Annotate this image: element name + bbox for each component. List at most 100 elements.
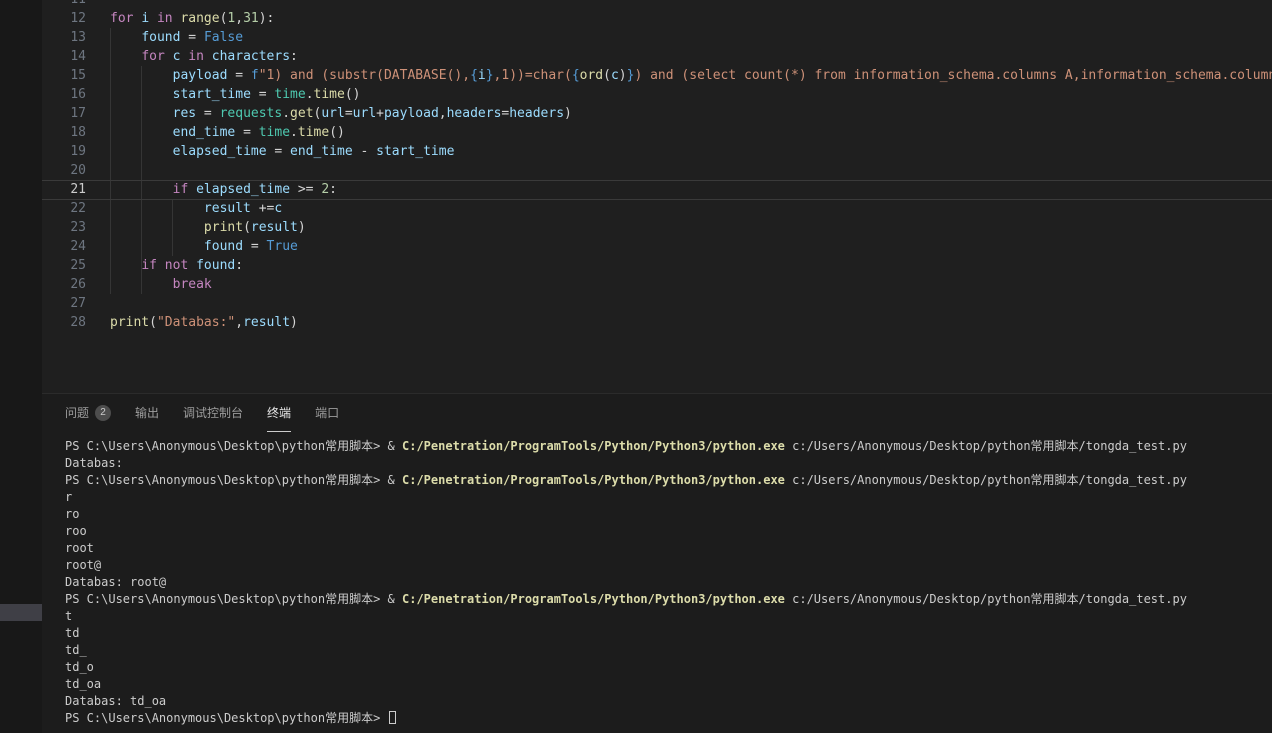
token: : (235, 258, 243, 273)
code-text: if not found: (110, 256, 243, 275)
line-number: 15 (42, 66, 86, 85)
tab-terminal[interactable]: 终端 (267, 394, 291, 432)
code-line[interactable]: 25 if not found: (42, 256, 1272, 275)
code-text: print("Databas:",result) (110, 313, 298, 332)
line-number: 27 (42, 294, 86, 313)
line-number: 20 (42, 161, 86, 180)
token: td (65, 626, 79, 640)
code-line[interactable]: 14 for c in characters: (42, 47, 1272, 66)
code-line[interactable]: 20 (42, 161, 1272, 180)
code-line[interactable]: 13 found = False (42, 28, 1272, 47)
token: False (204, 30, 243, 45)
terminal-line: td_oa (65, 676, 1272, 693)
code-line[interactable]: 21 if elapsed_time >= 2: (42, 180, 1272, 199)
code-text: break (110, 275, 212, 294)
token: () (345, 87, 361, 102)
line-number: 25 (42, 256, 86, 275)
token: ord (580, 68, 603, 83)
token (110, 258, 141, 273)
token: & (388, 473, 402, 487)
code-text: found = False (110, 28, 243, 47)
token: url (321, 106, 344, 121)
token: result (251, 220, 298, 235)
token: td_oa (65, 677, 101, 691)
token: = (180, 30, 203, 45)
token: payload (384, 106, 439, 121)
code-line[interactable]: 12for i in range(1,31): (42, 9, 1272, 28)
main-column: 1112for i in range(1,31):13 found = Fals… (42, 0, 1272, 733)
token: headers (509, 106, 564, 121)
token: C:/Penetration/ProgramTools/Python/Pytho… (402, 473, 785, 487)
tab-label: 终端 (267, 404, 291, 421)
tab-output[interactable]: 输出 (135, 394, 159, 432)
code-line[interactable]: 15 payload = f"1) and (substr(DATABASE()… (42, 66, 1272, 85)
code-line[interactable]: 17 res = requests.get(url=url+payload,he… (42, 104, 1272, 123)
terminal-line: roo (65, 523, 1272, 540)
token: Databas: (65, 456, 123, 470)
token: headers (447, 106, 502, 121)
token: : (290, 49, 298, 64)
tab-debug-console[interactable]: 调试控制台 (183, 394, 243, 432)
code-line[interactable]: 23 print(result) (42, 218, 1272, 237)
code-line[interactable]: 19 elapsed_time = end_time - start_time (42, 142, 1272, 161)
token: in (188, 49, 204, 64)
token: td_o (65, 660, 94, 674)
terminal-output[interactable]: PS C:\Users\Anonymous\Desktop\python常用脚本… (42, 432, 1272, 727)
code-line[interactable]: 26 break (42, 275, 1272, 294)
token: & (388, 592, 402, 606)
token (110, 30, 141, 45)
code-line[interactable]: 18 end_time = time.time() (42, 123, 1272, 142)
token: c:/Users/Anonymous/Desktop/python常用脚本/to… (785, 439, 1187, 453)
token: c (274, 201, 282, 216)
code-line[interactable]: 16 start_time = time.time() (42, 85, 1272, 104)
token: ( (603, 68, 611, 83)
token: = (267, 144, 290, 159)
token: "1) and (substr(DATABASE(), (259, 68, 470, 83)
code-line[interactable]: 28print("Databas:",result) (42, 313, 1272, 332)
token: C:/Penetration/ProgramTools/Python/Pytho… (402, 439, 785, 453)
tab-label: 输出 (135, 404, 159, 421)
token: t (65, 609, 72, 623)
code-line[interactable]: 11 (42, 0, 1272, 9)
tab-label: 端口 (315, 404, 339, 421)
tab-ports[interactable]: 端口 (315, 394, 339, 432)
code-text: payload = f"1) and (substr(DATABASE(),{i… (110, 66, 1272, 85)
token: i (478, 68, 486, 83)
token: root@ (65, 558, 101, 572)
token: f (251, 68, 259, 83)
token: , (235, 11, 243, 26)
token: "Databas:" (157, 315, 235, 330)
token: { (572, 68, 580, 83)
token: result (243, 315, 290, 330)
code-line[interactable]: 24 found = True (42, 237, 1272, 256)
token: elapsed_time (196, 182, 290, 197)
code-line[interactable]: 27 (42, 294, 1272, 313)
token: , (235, 315, 243, 330)
token: ) (298, 220, 306, 235)
token: td_ (65, 643, 87, 657)
code-editor[interactable]: 1112for i in range(1,31):13 found = Fals… (42, 0, 1272, 393)
token: c:/Users/Anonymous/Desktop/python常用脚本/to… (785, 592, 1187, 606)
token: PS C:\Users\Anonymous\Desktop\python常用脚本… (65, 592, 388, 606)
code-text: start_time = time.time() (110, 85, 361, 104)
token: start_time (376, 144, 454, 159)
editor-lines: 1112for i in range(1,31):13 found = Fals… (42, 0, 1272, 332)
token: = (243, 239, 266, 254)
token: - (353, 144, 376, 159)
code-text: for i in range(1,31): (110, 9, 274, 28)
terminal-line: r (65, 489, 1272, 506)
token: >= (290, 182, 321, 197)
token: : (329, 182, 337, 197)
token: { (470, 68, 478, 83)
code-line[interactable]: 22 result +=c (42, 199, 1272, 218)
token: break (173, 277, 212, 292)
line-number: 26 (42, 275, 86, 294)
token: PS C:\Users\Anonymous\Desktop\python常用脚本… (65, 439, 388, 453)
vscode-window: 1112for i in range(1,31):13 found = Fals… (0, 0, 1272, 733)
token: = (251, 87, 274, 102)
strip-highlight (0, 604, 42, 621)
terminal-line: ro (65, 506, 1272, 523)
token: elapsed_time (173, 144, 267, 159)
token (110, 201, 204, 216)
tab-problems[interactable]: 问题2 (65, 394, 111, 432)
